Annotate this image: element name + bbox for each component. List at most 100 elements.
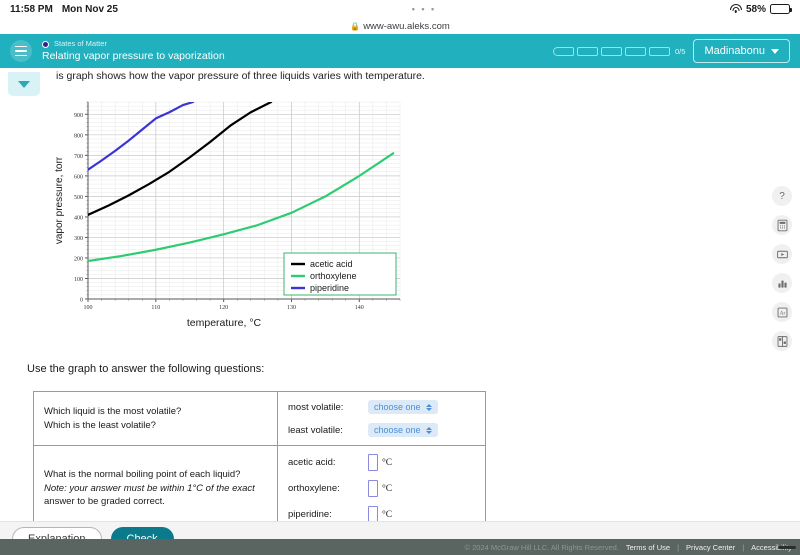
progress-segment	[625, 46, 646, 56]
answer-label: acetic acid:	[288, 457, 336, 468]
footer-separator: |	[742, 542, 745, 552]
svg-text:120: 120	[219, 305, 228, 311]
header-kicker: States of Matter	[42, 40, 225, 49]
answer-label: most volatile:	[288, 401, 344, 413]
note-line: Note: your answer must be within 1°C of …	[44, 482, 255, 494]
acetic-acid-input[interactable]	[368, 454, 378, 471]
svg-text:acetic acid: acetic acid	[310, 259, 353, 269]
answer-label: piperidine:	[288, 509, 332, 520]
page-body: is graph shows how the vapor pressure of…	[0, 68, 800, 555]
svg-text:130: 130	[287, 305, 296, 311]
svg-text:100: 100	[74, 277, 83, 283]
question-answer-cell: most volatile: choose one least volatile…	[278, 392, 485, 445]
bar-chart-icon[interactable]	[772, 273, 792, 293]
question-answer-cell: acetic acid: °C orthoxylene: °C piperidi…	[278, 446, 485, 531]
terms-of-use-link[interactable]: Terms of Use	[626, 543, 670, 552]
orthoxylene-input[interactable]	[368, 480, 378, 497]
svg-text:140: 140	[355, 305, 364, 311]
battery-percent: 58%	[745, 3, 766, 15]
user-name: Madinabonu	[704, 45, 765, 57]
progress-segment	[649, 46, 670, 56]
most-volatile-dropdown[interactable]: choose one	[368, 400, 438, 414]
svg-text:200: 200	[74, 257, 83, 263]
orthoxylene-answer-group: °C	[368, 480, 392, 497]
question-line: answer to be graded correct.	[44, 496, 165, 508]
svg-text:0: 0	[80, 298, 83, 304]
progress-bar: 0/5	[553, 46, 686, 56]
svg-text:500: 500	[74, 195, 83, 201]
url-text: www-awu.aleks.com	[363, 20, 450, 32]
table-row: What is the normal boiling point of each…	[34, 446, 485, 532]
acetic-acid-answer-group: °C	[368, 454, 392, 471]
lock-icon: 🔒	[350, 21, 361, 31]
svg-text:100: 100	[84, 305, 93, 311]
vapor-pressure-chart: 0 100 200 300 400 500 600 700 800 900 100 110 120 130…	[50, 94, 405, 344]
reference-tables-icon[interactable]	[772, 331, 792, 351]
topic-dot-icon	[42, 40, 49, 48]
header-titles: States of Matter Relating vapor pressure…	[42, 40, 225, 62]
progress-label: 0/5	[675, 46, 686, 56]
svg-text:orthoxylene: orthoxylene	[310, 271, 357, 281]
privacy-center-link[interactable]: Privacy Center	[686, 543, 735, 552]
collapse-panel-button[interactable]	[8, 72, 40, 96]
progress-segment	[601, 46, 622, 56]
question-line: Which is the least volatile?	[44, 419, 156, 431]
least-volatile-dropdown[interactable]: choose one	[368, 423, 438, 437]
instructions-text: Use the graph to answer the following qu…	[27, 363, 265, 375]
dropdown-value: choose one	[374, 402, 421, 412]
svg-text:400: 400	[74, 216, 83, 222]
help-glyph: ?	[779, 190, 785, 202]
chart-svg: 0100200300400500600700800900100 110 120 130…	[54, 101, 401, 329]
svg-text:700: 700	[74, 154, 83, 160]
dropdown-value: choose one	[374, 425, 421, 435]
periodic-table-icon[interactable]: Ar	[772, 302, 792, 322]
app-header: States of Matter Relating vapor pressure…	[0, 34, 800, 68]
copyright-text: © 2024 McGraw Hill LLC. All Rights Reser…	[464, 542, 619, 552]
unit-label: °C	[382, 483, 393, 494]
progress-segment	[577, 46, 598, 56]
svg-text:900: 900	[74, 113, 83, 119]
chevron-updown-icon	[425, 403, 432, 411]
status-dots: • • •	[411, 4, 437, 14]
svg-text:800: 800	[74, 133, 83, 139]
answer-row-orthoxylene: orthoxylene: °C	[288, 480, 475, 497]
svg-text:Ar: Ar	[779, 310, 785, 316]
help-question-icon[interactable]: ?	[772, 186, 792, 206]
browser-url-bar[interactable]: 🔒 www-awu.aleks.com	[0, 18, 800, 34]
answer-label: least volatile:	[288, 424, 343, 436]
answer-row-least-volatile: least volatile: choose one	[288, 423, 475, 437]
svg-text:300: 300	[74, 236, 83, 242]
calculator-icon[interactable]	[772, 215, 792, 235]
user-menu-button[interactable]: Madinabonu	[693, 39, 790, 63]
svg-text:vapor pressure, torr: vapor pressure, torr	[54, 156, 65, 244]
answer-row-most-volatile: most volatile: choose one	[288, 400, 475, 414]
svg-text:piperidine: piperidine	[310, 283, 349, 293]
question-prompt-cell: What is the normal boiling point of each…	[34, 446, 278, 531]
tools-rail: ? Ar	[772, 186, 792, 351]
page-title: Relating vapor pressure to vaporization	[42, 49, 225, 62]
topic-label: States of Matter	[54, 39, 107, 49]
answer-row-acetic-acid: acetic acid: °C	[288, 454, 475, 471]
hamburger-menu-icon[interactable]	[10, 40, 32, 62]
page-footer: © 2024 McGraw Hill LLC. All Rights Reser…	[0, 539, 800, 555]
intro-text: is graph shows how the vapor pressure of…	[56, 70, 425, 82]
battery-icon	[770, 4, 792, 14]
question-line: Note: your answer must be within 1°C of …	[44, 482, 267, 496]
question-line: What is the normal boiling point of each…	[44, 468, 241, 480]
status-bar-right: 58%	[729, 3, 792, 15]
chevron-down-icon	[771, 48, 779, 54]
svg-text:temperature, °C: temperature, °C	[187, 317, 262, 329]
unit-label: °C	[382, 457, 393, 468]
header-right: 0/5 Madinabonu	[553, 39, 790, 63]
chevron-down-icon	[18, 80, 30, 88]
chevron-updown-icon	[425, 426, 432, 434]
video-play-icon[interactable]	[772, 244, 792, 264]
answer-label: orthoxylene:	[288, 483, 340, 494]
unit-label: °C	[382, 509, 393, 520]
question-line: Which liquid is the most volatile?	[44, 405, 182, 417]
status-bar-left: 11:58 PM Mon Nov 25	[10, 4, 118, 15]
status-time: 11:58 PM	[10, 3, 53, 15]
ios-status-bar: 11:58 PM Mon Nov 25 • • • 58%	[0, 0, 800, 18]
progress-segment	[553, 46, 574, 56]
scroll-indicator[interactable]	[778, 546, 796, 549]
